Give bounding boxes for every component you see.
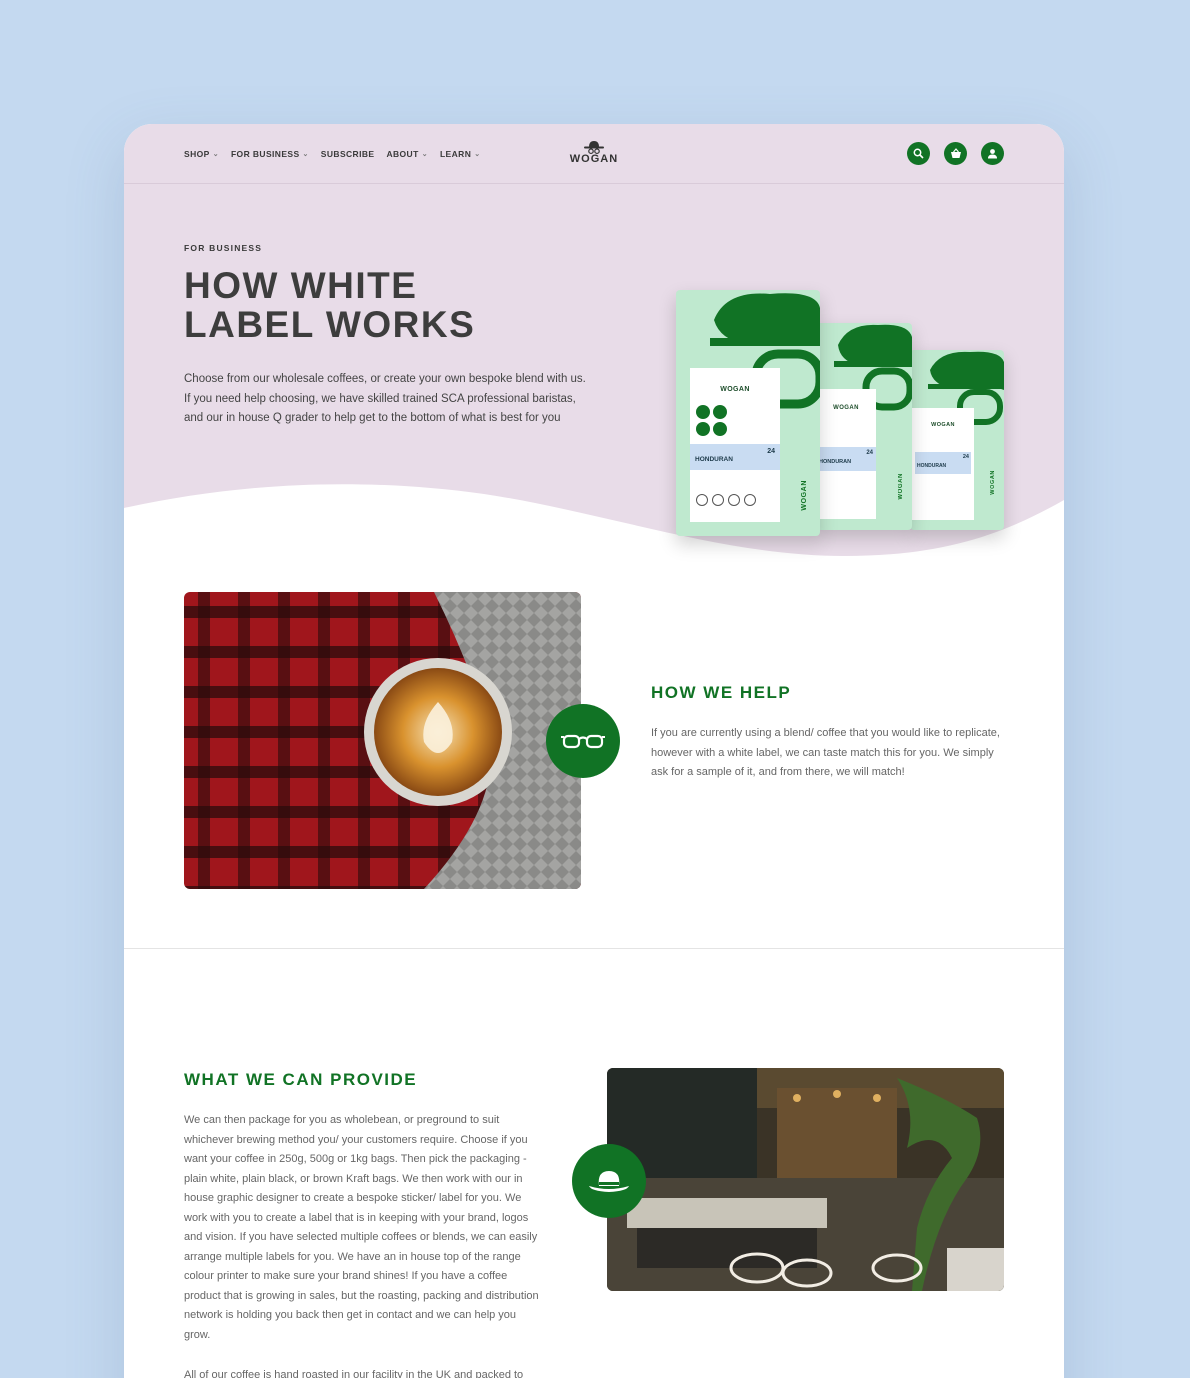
nav-subscribe[interactable]: SUBSCRIBE xyxy=(321,149,375,159)
bag-roast-icons xyxy=(696,405,730,436)
bag-name-strip: HONDURAN 24 xyxy=(816,447,876,471)
bag-label: WOGAN HONDURAN 24 xyxy=(912,408,974,520)
chevron-down-icon: ⌄ xyxy=(212,151,219,158)
cafe-interior-photo xyxy=(607,1068,1004,1291)
nav-about-label: ABOUT xyxy=(386,149,419,159)
bag-certification-icons xyxy=(696,494,780,506)
bag-name: HONDURAN xyxy=(917,463,947,469)
coffee-bag-medium: WOGAN HONDURAN 24 WOGAN xyxy=(816,323,912,530)
chevron-down-icon: ⌄ xyxy=(421,151,428,158)
hero-eyebrow: FOR BUSINESS xyxy=(184,243,263,253)
chevron-down-icon: ⌄ xyxy=(302,151,309,158)
bag-name: HONDURAN xyxy=(695,456,733,463)
hero-description: Choose from our wholesale coffees, or cr… xyxy=(184,373,586,424)
hero-title-line-1: HOW WHITE xyxy=(184,265,418,306)
hero-title-line-2: LABEL WORKS xyxy=(184,304,476,345)
coffee-bag-small: WOGAN HONDURAN 24 WOGAN xyxy=(910,350,1004,530)
basket-icon[interactable] xyxy=(944,142,967,165)
main-nav: SHOP ⌄ FOR BUSINESS ⌄ SUBSCRIBE ABOUT ⌄ LEA… xyxy=(184,149,481,159)
site-logo[interactable]: WOGAN xyxy=(568,140,620,165)
bag-number: 24 xyxy=(767,448,775,455)
bag-vertical-brand: WOGAN xyxy=(898,473,904,500)
bag-label: WOGAN HONDURAN 24 xyxy=(690,368,780,522)
nav-for-business[interactable]: FOR BUSINESS ⌄ xyxy=(231,149,309,159)
nav-learn[interactable]: LEARN ⌄ xyxy=(440,149,481,159)
bag-vertical-brand: WOGAN xyxy=(990,470,996,495)
bag-name-strip: HONDURAN 24 xyxy=(915,452,971,474)
nav-shop-label: SHOP xyxy=(184,149,210,159)
what-we-can-provide-text-2: All of our coffee is hand roasted in our… xyxy=(184,1369,524,1378)
nav-shop[interactable]: SHOP ⌄ xyxy=(184,149,219,159)
bag-brand: WOGAN xyxy=(833,405,859,411)
bag-number: 24 xyxy=(962,454,969,460)
hero-section: FOR BUSINESS HOW WHITE LABEL WORKS Choos… xyxy=(124,184,1064,564)
how-we-help-text: If you are currently using a blend/ coff… xyxy=(651,727,1000,778)
bag-name: HONDURAN xyxy=(819,459,852,465)
latte-photo xyxy=(184,592,581,889)
glasses-icon xyxy=(546,704,620,778)
account-icon[interactable] xyxy=(981,142,1004,165)
search-icon[interactable] xyxy=(907,142,930,165)
hero-title: HOW WHITE LABEL WORKS xyxy=(184,266,544,344)
chevron-down-icon: ⌄ xyxy=(474,151,481,158)
section-divider xyxy=(124,948,1064,949)
nav-learn-label: LEARN xyxy=(439,149,472,159)
coffee-bag-large: WOGAN HONDURAN 24 WOGAN xyxy=(676,290,820,536)
what-we-can-provide-title: WHAT WE CAN PROVIDE xyxy=(184,1070,418,1089)
hat-icon xyxy=(572,1144,646,1218)
bag-brand: WOGAN xyxy=(720,386,750,393)
how-we-help-title: HOW WE HELP xyxy=(651,683,792,702)
logo-hat-icon xyxy=(584,141,604,154)
bag-vertical-brand: WOGAN xyxy=(801,480,808,511)
bag-label: WOGAN HONDURAN 24 xyxy=(816,389,876,519)
coffee-bags-image: WOGAN HONDURAN 24 WOGAN WOGAN HONDURAN 2… xyxy=(676,290,1006,540)
bag-number: 24 xyxy=(866,450,873,456)
site-header: SHOP ⌄ FOR BUSINESS ⌄ SUBSCRIBE ABOUT ⌄ LEA… xyxy=(124,124,1064,184)
what-we-can-provide-text: We can then package for you as wholebean… xyxy=(184,1114,539,1341)
logo-text: WOGAN xyxy=(569,153,619,165)
header-icons xyxy=(907,142,1004,165)
nav-subscribe-label: SUBSCRIBE xyxy=(320,149,375,159)
browser-frame: SHOP ⌄ FOR BUSINESS ⌄ SUBSCRIBE ABOUT ⌄ LEA… xyxy=(124,124,1064,1378)
bag-name-strip: HONDURAN 24 xyxy=(690,444,780,470)
bag-brand: WOGAN xyxy=(931,422,955,428)
nav-for-business-label: FOR BUSINESS xyxy=(230,149,300,159)
nav-about[interactable]: ABOUT ⌄ xyxy=(386,149,428,159)
